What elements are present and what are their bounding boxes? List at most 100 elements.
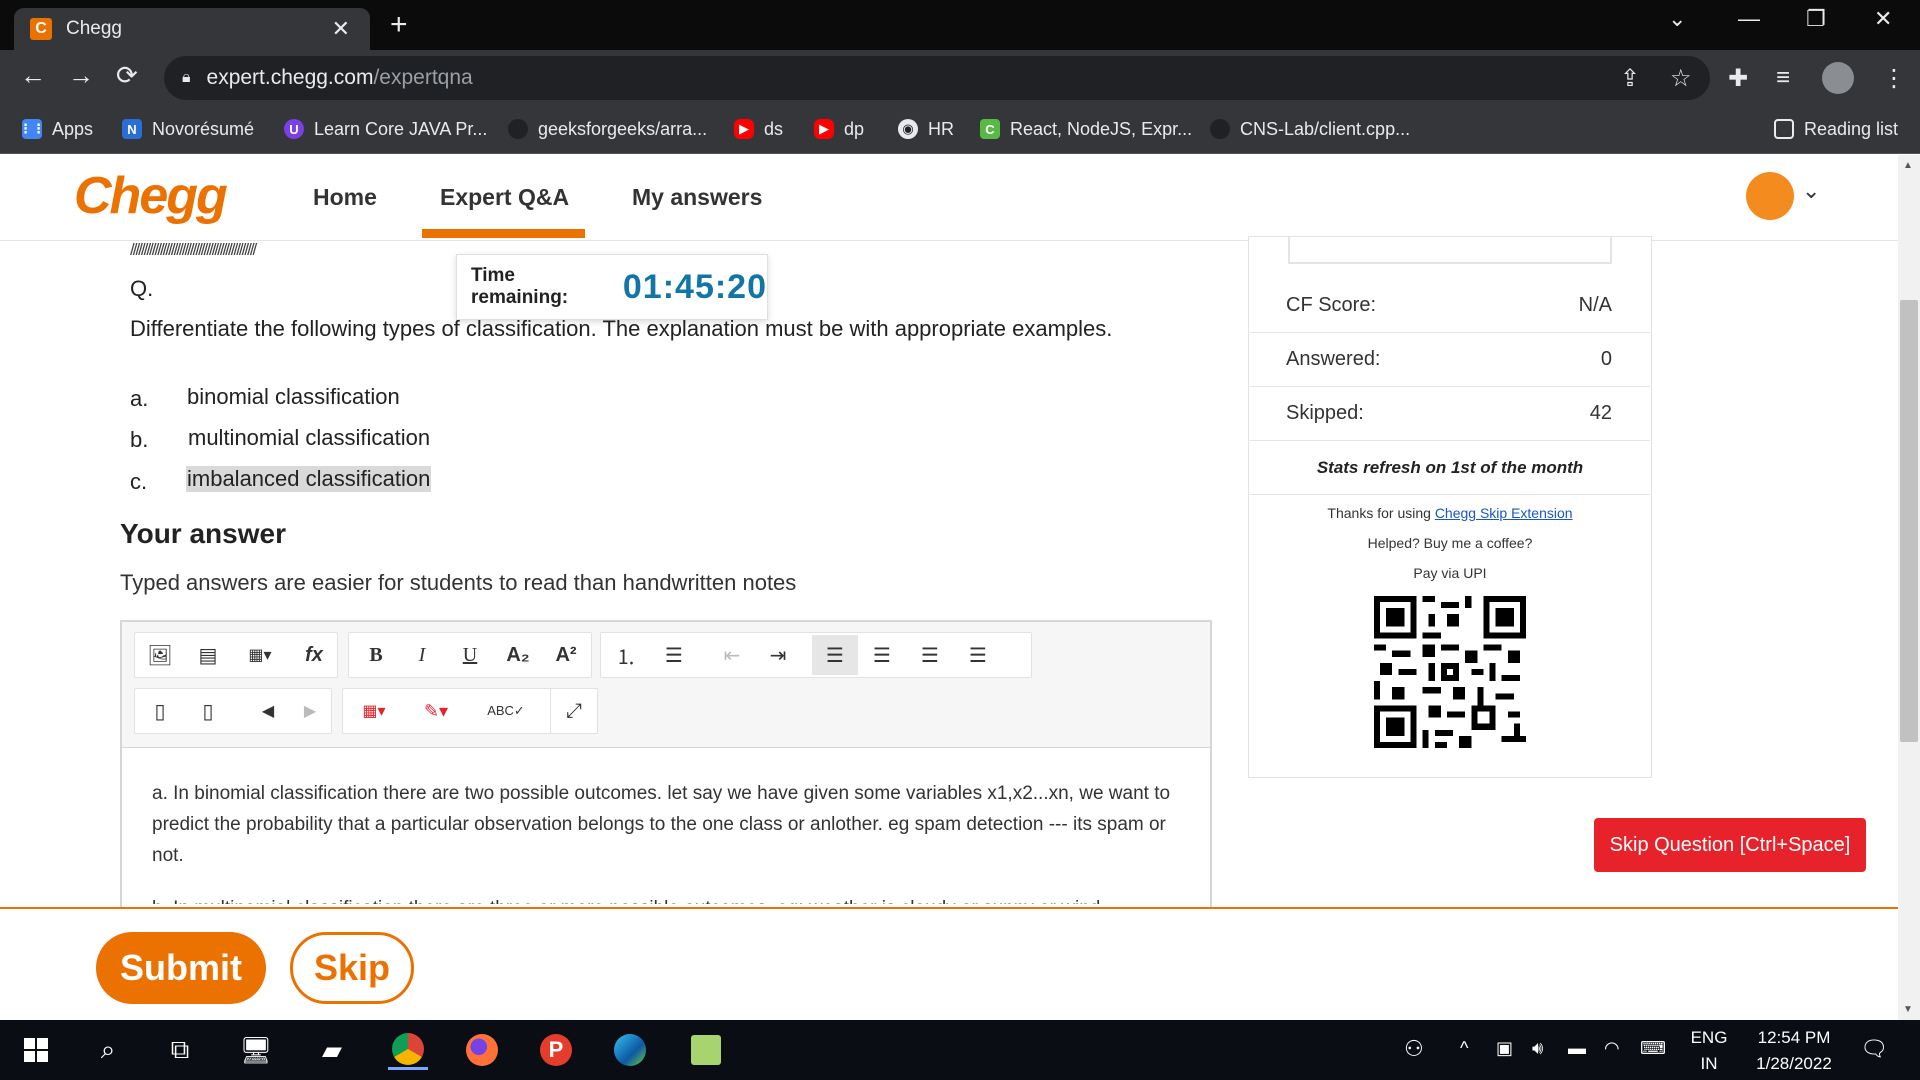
superscript-icon[interactable]: A² — [546, 635, 586, 675]
apps-grid-icon: ⋮⋮ — [19, 119, 45, 139]
url-host: expert.chegg.com — [206, 66, 374, 89]
insert-media-icon[interactable]: ▤ — [188, 635, 228, 675]
paste-text-icon[interactable]: ▯ — [140, 691, 180, 731]
align-right-icon[interactable]: ☰ — [910, 635, 950, 675]
bookmark-hr[interactable]: ◉ HR — [898, 114, 954, 144]
github-icon — [1210, 119, 1230, 139]
show-hidden-icons-chevron[interactable]: ^ — [1460, 1038, 1468, 1059]
skip-button[interactable]: Skip — [290, 932, 414, 1004]
firefox-icon[interactable] — [462, 1030, 502, 1070]
bookmark-novoresume[interactable]: N Novorésumé — [122, 114, 254, 144]
nav-home[interactable]: Home — [313, 184, 377, 211]
tab-search-chevron-icon[interactable]: ⌄ — [1668, 6, 1686, 32]
align-justify-icon[interactable]: ☰ — [958, 635, 998, 675]
active-nav-indicator — [422, 229, 585, 238]
align-center-icon[interactable]: ☰ — [862, 635, 902, 675]
paste-word-icon[interactable]: ▯ — [188, 691, 228, 731]
chevron-down-icon[interactable]: ⌄ — [1802, 178, 1820, 204]
stat-row-answered: Answered: 0 — [1250, 333, 1650, 387]
redo-icon[interactable]: ▶ — [290, 691, 330, 731]
battery-icon[interactable]: ▬ — [1568, 1038, 1586, 1059]
chegg-favicon-icon: C — [30, 18, 52, 40]
reading-list[interactable]: Reading list — [1774, 114, 1898, 144]
profile-avatar-icon[interactable] — [1822, 62, 1854, 94]
bookmark-geeksforgeeks[interactable]: geeksforgeeks/arra... — [508, 114, 707, 144]
timer-label: Time remaining: — [471, 265, 569, 308]
clock[interactable]: 12:54 PM 1/28/2022 — [1744, 1028, 1844, 1074]
italic-icon[interactable]: I — [402, 635, 442, 675]
user-avatar[interactable] — [1746, 172, 1794, 220]
bookmark-cns-lab[interactable]: CNS-Lab/client.cpp... — [1210, 114, 1410, 144]
bookmark-apps[interactable]: ⋮⋮ Apps — [19, 114, 93, 144]
chegg-skip-extension-link[interactable]: Chegg Skip Extension — [1435, 505, 1573, 521]
bookmark-learn-core-java[interactable]: U Learn Core JAVA Pr... — [284, 114, 487, 144]
background-color-icon[interactable]: ✎▾ — [416, 691, 456, 731]
language-indicator[interactable]: ENG IN — [1684, 1028, 1734, 1074]
notifications-icon[interactable]: 🗨︎ — [1860, 1036, 1888, 1062]
reload-icon[interactable]: ⟳ — [116, 60, 138, 91]
keyboard-icon[interactable]: ⌨ — [1640, 1038, 1666, 1059]
nav-expert-qa[interactable]: Expert Q&A — [440, 184, 569, 211]
stat-value: 42 — [1589, 402, 1612, 424]
minimize-window-icon[interactable]: — — [1738, 6, 1760, 32]
spellcheck-icon[interactable]: ABC✓ — [482, 691, 530, 731]
volume-icon[interactable]: 🔊︎ — [1532, 1038, 1543, 1059]
people-icon[interactable]: ⚇ — [1404, 1036, 1424, 1062]
task-view-icon[interactable]: ⧉ — [160, 1030, 200, 1070]
answer-editor-content[interactable]: a. In binomial classification there are … — [152, 778, 1192, 904]
chrome-taskbar-icon[interactable] — [388, 1030, 428, 1070]
bookmark-ds[interactable]: ▶ ds — [734, 114, 783, 144]
notepad-plus-icon[interactable] — [686, 1030, 726, 1070]
site-header — [0, 155, 1900, 241]
close-window-icon[interactable]: ✕ — [1874, 6, 1892, 32]
reading-list-icon — [1774, 119, 1794, 139]
timer-panel: Time remaining: 01:45:20 — [456, 254, 768, 320]
bullet-list-icon[interactable]: ☰ — [654, 635, 694, 675]
option-text-highlighted: imbalanced classification — [186, 466, 432, 492]
close-tab-icon[interactable]: ✕ — [332, 16, 350, 42]
notes-app-icon[interactable]: ▰ — [312, 1030, 352, 1070]
formula-fx-icon[interactable]: fx — [294, 635, 334, 675]
skip-question-button[interactable]: Skip Question [Ctrl+Space] — [1594, 818, 1866, 872]
battery-saver-icon[interactable]: ▣ — [1496, 1038, 1513, 1059]
new-tab-button[interactable]: + — [390, 8, 408, 42]
postman-p-icon[interactable]: P — [536, 1030, 576, 1070]
scrollbar-thumb[interactable] — [1900, 300, 1918, 742]
text-color-icon[interactable]: ▦▾ — [354, 691, 394, 731]
restore-window-icon[interactable]: ❐ — [1806, 6, 1826, 32]
bookmark-react-nodejs[interactable]: C React, NodeJS, Expr... — [980, 114, 1192, 144]
submit-button[interactable]: Submit — [96, 932, 266, 1004]
forward-arrow-icon[interactable]: → — [68, 60, 94, 91]
browser-tab-chegg[interactable]: C Chegg ✕ — [14, 8, 370, 50]
align-left-icon[interactable]: ☰ — [812, 635, 858, 675]
stat-row-skipped: Skipped: 42 — [1250, 387, 1650, 441]
indent-icon[interactable]: ⇥ — [758, 635, 798, 675]
edge-icon[interactable] — [610, 1030, 650, 1070]
windows-start-icon[interactable] — [16, 1030, 56, 1070]
share-icon[interactable]: ⇪ — [1620, 64, 1640, 93]
back-arrow-icon[interactable]: ← — [20, 60, 46, 91]
insert-table-icon[interactable]: ▦▾ — [240, 635, 280, 675]
stat-label: Answered: — [1286, 348, 1381, 370]
bookmark-dp[interactable]: ▶ dp — [814, 114, 864, 144]
chegg-logo[interactable]: Chegg — [74, 166, 228, 226]
media-control-icon[interactable]: ≡ — [1776, 64, 1790, 92]
insert-image-icon[interactable]: 🖼︎ — [140, 635, 180, 675]
chrome-menu-icon[interactable]: ⋮ — [1882, 64, 1906, 93]
outdent-icon[interactable]: ⇤ — [712, 635, 752, 675]
bookmark-star-icon[interactable]: ☆ — [1670, 64, 1692, 93]
nav-my-answers[interactable]: My answers — [632, 184, 762, 211]
extensions-puzzle-icon[interactable]: ✚ — [1728, 64, 1748, 93]
underline-icon[interactable]: U — [450, 635, 490, 675]
subscript-icon[interactable]: A₂ — [498, 635, 538, 675]
search-icon[interactable]: ⌕ — [88, 1030, 128, 1070]
address-bar[interactable]: 🔒︎ expert.chegg.com/expertqna — [164, 56, 1710, 100]
numbered-list-icon[interactable]: ⒈ — [606, 635, 646, 675]
scroll-up-arrow-icon[interactable]: ▲ — [1903, 160, 1913, 171]
bold-icon[interactable]: B — [356, 635, 396, 675]
wifi-icon[interactable]: ◠ — [1604, 1038, 1620, 1059]
fullscreen-icon[interactable]: ⤢ — [554, 691, 594, 731]
scroll-down-arrow-icon[interactable]: ▼ — [1903, 1004, 1913, 1015]
this-pc-icon[interactable]: 🖥︎ — [236, 1030, 276, 1070]
undo-icon[interactable]: ◀ — [248, 691, 288, 731]
